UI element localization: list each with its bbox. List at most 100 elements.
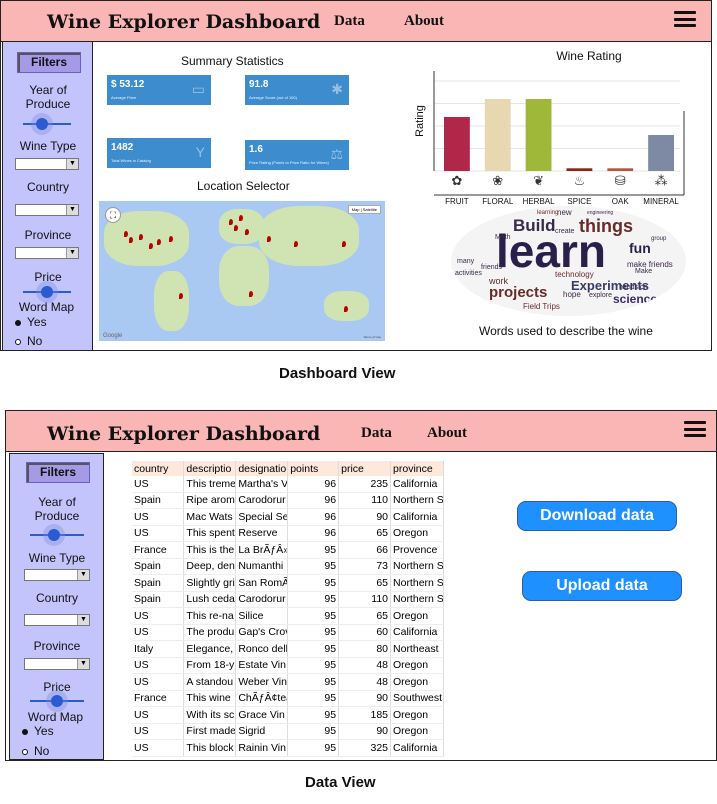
map-pin[interactable] xyxy=(267,236,271,242)
wine-type-select[interactable]: ▼ xyxy=(15,158,79,170)
location-title: Location Selector xyxy=(197,179,290,193)
table-cell: Oregon xyxy=(390,673,444,691)
map-pin[interactable] xyxy=(139,234,143,240)
nav-about-link[interactable]: About xyxy=(404,13,444,30)
nav-data-link[interactable]: Data xyxy=(334,13,365,30)
table-row[interactable]: US With its sc Grace Vin 95 185 Oregon xyxy=(132,706,444,724)
table-cell: 185 xyxy=(338,706,392,724)
price-label: Price xyxy=(43,680,71,694)
nav-about-link[interactable]: About xyxy=(427,425,467,442)
upload-data-button[interactable]: Upload data xyxy=(522,571,682,601)
word-cloud-word: friends xyxy=(481,264,503,271)
word-map-no-radio[interactable]: No xyxy=(15,334,42,348)
app-title: Wine Explorer Dashboard xyxy=(47,423,321,445)
table-row[interactable]: Italy Elegance, Ronco dell 95 80 Northeast xyxy=(132,640,444,658)
table-row[interactable]: France This is the La BrÃƒÂ»l 95 66 Provence xyxy=(132,541,444,559)
x-tick-label: HERBAL xyxy=(523,197,556,206)
column-header[interactable]: province xyxy=(390,461,444,476)
table-row[interactable]: Spain Slightly gri San RomÃ 95 65 Northern S xyxy=(132,574,444,592)
hamburger-menu-icon[interactable] xyxy=(684,421,706,437)
nav-data-link[interactable]: Data xyxy=(361,425,392,442)
wine-data-table[interactable]: country descriptio designatio points pri… xyxy=(132,461,444,757)
column-header[interactable]: country xyxy=(132,461,185,476)
table-cell: Oregon xyxy=(390,607,444,625)
year-slider[interactable] xyxy=(30,528,84,542)
map-pin[interactable] xyxy=(344,306,348,312)
map-pin[interactable] xyxy=(129,237,133,243)
year-slider-handle[interactable] xyxy=(48,529,61,541)
wine-type-select[interactable]: ▼ xyxy=(24,569,90,581)
table-cell: Rainin Vin xyxy=(235,739,289,757)
table-cell: Special Sel xyxy=(235,508,289,526)
map-pin[interactable] xyxy=(294,241,298,247)
year-slider[interactable] xyxy=(23,117,71,131)
table-cell: Spain xyxy=(132,492,185,509)
year-slider-handle[interactable] xyxy=(36,118,49,130)
table-row[interactable]: US The produ Gap's Crov 95 60 California xyxy=(132,624,444,641)
location-map[interactable]: Map | Satellite ⛶ Google Terms of Use xyxy=(99,201,385,341)
table-cell: This treme xyxy=(183,476,237,493)
price-slider-handle[interactable] xyxy=(51,695,63,707)
column-header[interactable]: price xyxy=(338,461,392,476)
filters-button[interactable]: Filters xyxy=(17,52,81,73)
map-pin[interactable] xyxy=(179,293,183,299)
map-pin[interactable] xyxy=(249,291,253,297)
map-type-toggle[interactable]: Map | Satellite xyxy=(347,205,381,214)
chili-icon: ♨ xyxy=(574,174,586,189)
price-slider[interactable] xyxy=(23,285,71,299)
bar-floral xyxy=(484,99,511,171)
table-row[interactable]: US This spent Reserve 96 65 Oregon xyxy=(132,525,444,542)
word-map-yes-radio[interactable]: Yes xyxy=(22,724,54,738)
money-icon: ▭ xyxy=(191,81,205,97)
map-pin[interactable] xyxy=(149,243,153,249)
map-terms-label[interactable]: Terms of Use xyxy=(363,335,381,339)
map-pin[interactable] xyxy=(342,241,346,247)
column-header[interactable]: descriptio xyxy=(183,461,237,476)
fullscreen-icon[interactable]: ⛶ xyxy=(105,207,121,223)
map-pin[interactable] xyxy=(234,225,238,231)
table-row[interactable]: US A standou Weber Vin 95 48 Oregon xyxy=(132,673,444,691)
column-header[interactable]: points xyxy=(287,461,340,476)
province-select[interactable]: ▼ xyxy=(24,658,90,670)
price-slider[interactable] xyxy=(30,694,84,708)
bar-mineral xyxy=(648,135,674,171)
table-row[interactable]: Spain Lush ceda Carodorur 95 110 Northern S xyxy=(132,591,444,608)
map-pin[interactable] xyxy=(157,239,161,245)
table-cell: US xyxy=(132,508,185,526)
map-type-map[interactable]: Map xyxy=(352,207,360,212)
table-row[interactable]: US This block Rainin Vin 95 325 California xyxy=(132,739,444,757)
province-select[interactable]: ▼ xyxy=(15,247,79,259)
table-row[interactable]: US First made Sigrid 95 90 Oregon xyxy=(132,723,444,740)
table-cell: California xyxy=(390,476,444,493)
map-pin[interactable] xyxy=(169,236,173,242)
table-cell: Ronco dell xyxy=(235,640,289,658)
word-map-yes-radio[interactable]: Yes xyxy=(15,315,47,329)
word-map-label: Word Map xyxy=(18,300,75,314)
hamburger-menu-icon[interactable] xyxy=(674,11,696,27)
map-pin[interactable] xyxy=(245,229,249,235)
radio-selected-icon xyxy=(22,728,28,735)
x-tick-label: FRUIT xyxy=(445,197,469,206)
table-row[interactable]: US From 18-y Estate Vin 95 48 Oregon xyxy=(132,657,444,674)
table-row[interactable]: US This re-na Silice 95 65 Oregon xyxy=(132,607,444,625)
table-row[interactable]: Spain Deep, den Numanthi 95 73 Northern S xyxy=(132,558,444,575)
country-select[interactable]: ▼ xyxy=(15,204,79,216)
map-pin[interactable] xyxy=(124,231,128,237)
table-cell: This spent xyxy=(183,525,237,542)
table-row[interactable]: Spain Ripe arom Carodorur 96 110 Northern S xyxy=(132,492,444,509)
year-label: Year of Produce xyxy=(25,83,71,111)
price-slider-handle[interactable] xyxy=(41,286,53,298)
country-select[interactable]: ▼ xyxy=(24,614,90,626)
table-row[interactable]: US Mac Wats Special Sel 96 90 California xyxy=(132,508,444,526)
map-type-satellite[interactable]: Satellite xyxy=(363,207,377,212)
table-row[interactable]: France This wine ChÃƒÂ¢tea 95 90 Southwest xyxy=(132,690,444,707)
map-pin[interactable] xyxy=(229,219,233,225)
table-row[interactable]: US This treme Martha's V 96 235 California xyxy=(132,476,444,493)
word-map-no-radio[interactable]: No xyxy=(22,744,49,758)
download-data-button[interactable]: Download data xyxy=(517,501,677,531)
table-cell: Northeast xyxy=(390,640,444,658)
map-pin[interactable] xyxy=(239,215,243,221)
word-cloud-caption: Words used to describe the wine xyxy=(479,324,653,338)
column-header[interactable]: designatio xyxy=(235,461,289,476)
filters-button[interactable]: Filters xyxy=(26,462,90,483)
